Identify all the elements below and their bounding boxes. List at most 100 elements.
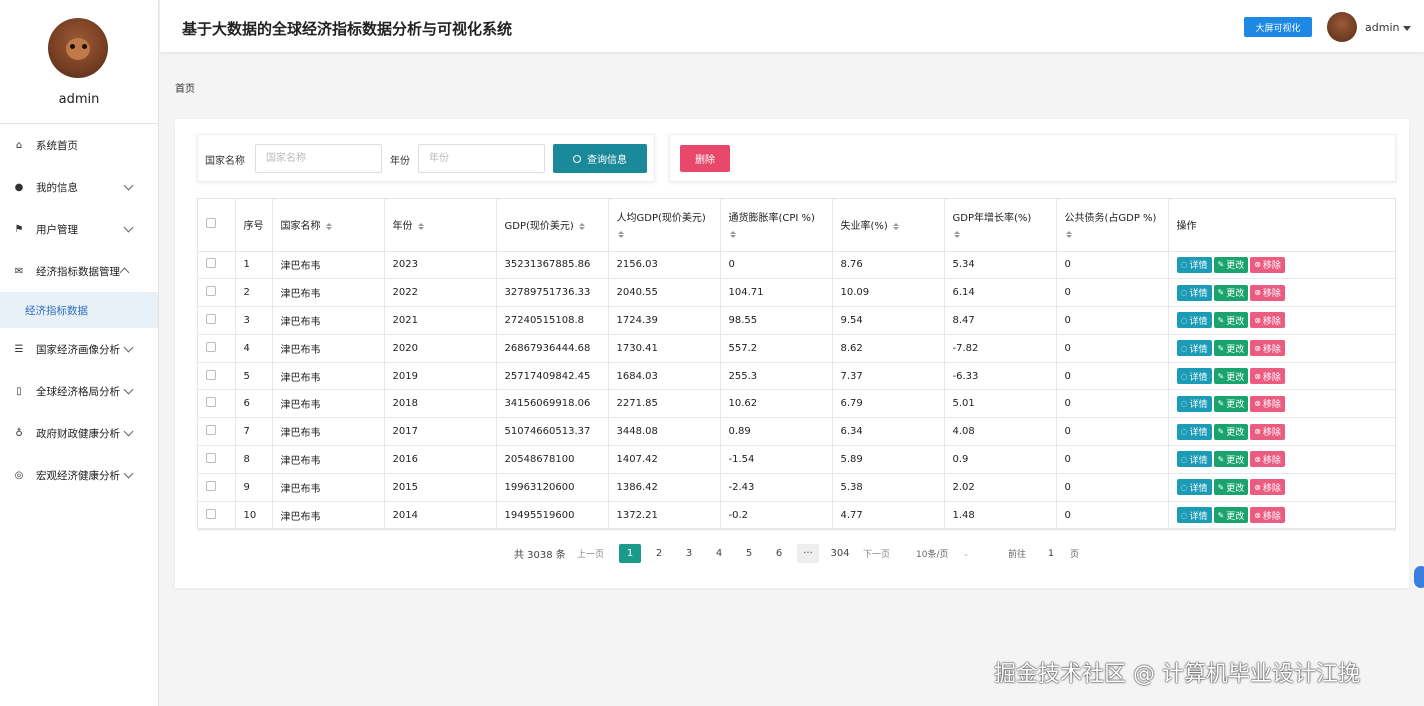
sidebar-item-my-info[interactable]: ● 我的信息 xyxy=(0,166,158,208)
remove-button[interactable]: ⊗ 移除 xyxy=(1250,395,1285,412)
table-cell: 6.14 xyxy=(944,278,1057,308)
sidebar-item-econ-data-management[interactable]: ✉ 经济指标数据管理 xyxy=(0,250,158,292)
sidebar-item-global-pattern[interactable]: ▯ 全球经济格局分析 xyxy=(0,370,158,412)
row-select-cell xyxy=(198,251,236,280)
next-page-button[interactable]: 下一页 xyxy=(863,544,890,563)
remove-button[interactable]: ⊗ 移除 xyxy=(1250,451,1285,468)
column-header[interactable]: 通货膨胀率(CPI %) xyxy=(720,199,833,252)
sort-icon[interactable] xyxy=(892,222,899,230)
sort-icon[interactable] xyxy=(1065,231,1168,239)
sort-icon[interactable] xyxy=(325,222,332,230)
detail-button[interactable]: ◌ 详情 xyxy=(1176,507,1212,524)
row-checkbox[interactable] xyxy=(206,286,216,297)
detail-button[interactable]: ◌ 详情 xyxy=(1176,284,1212,301)
page-button-6[interactable]: 6 xyxy=(769,544,789,563)
delete-button[interactable]: 删除 xyxy=(680,145,730,172)
table-cell: 津巴布韦 xyxy=(272,417,385,447)
column-header[interactable]: 失业率(%) xyxy=(832,199,945,252)
detail-button[interactable]: ◌ 详情 xyxy=(1176,479,1212,496)
sort-icon[interactable] xyxy=(953,231,1056,239)
sidebar-item-user-management[interactable]: ⚑ 用户管理 xyxy=(0,208,158,250)
remove-button[interactable]: ⊗ 移除 xyxy=(1250,340,1285,357)
sort-icon[interactable] xyxy=(729,231,832,239)
table-cell: 8.62 xyxy=(832,334,945,363)
page-button-4[interactable]: 4 xyxy=(709,544,729,563)
page-button-3[interactable]: 3 xyxy=(679,544,699,563)
row-checkbox[interactable] xyxy=(206,313,216,324)
year-input[interactable] xyxy=(418,144,545,173)
sort-icon[interactable] xyxy=(578,222,585,230)
remove-button[interactable]: ⊗ 移除 xyxy=(1250,284,1285,301)
sidebar-subitem-econ-data[interactable]: 经济指标数据 xyxy=(0,292,158,328)
page-button-5[interactable]: 5 xyxy=(739,544,759,563)
table-cell: 津巴布韦 xyxy=(272,306,385,335)
remove-button[interactable]: ⊗ 移除 xyxy=(1250,368,1285,385)
goto-input[interactable]: 1 xyxy=(1036,544,1066,563)
query-button[interactable]: 查询信息 xyxy=(553,144,647,173)
remove-button[interactable]: ⊗ 移除 xyxy=(1250,256,1285,273)
sidebar-item-fiscal-health[interactable]: ♁ 政府财政健康分析 xyxy=(0,412,158,454)
edit-button[interactable]: ✎ 更改 xyxy=(1213,423,1249,440)
detail-button[interactable]: ◌ 详情 xyxy=(1176,368,1212,385)
row-checkbox[interactable] xyxy=(206,480,216,491)
edit-button[interactable]: ✎ 更改 xyxy=(1213,256,1249,273)
floating-button[interactable] xyxy=(1414,566,1424,588)
column-header[interactable]: GDP年增长率(%) xyxy=(944,199,1057,252)
remove-button[interactable]: ⊗ 移除 xyxy=(1250,312,1285,329)
remove-button[interactable]: ⊗ 移除 xyxy=(1250,423,1285,440)
breadcrumb[interactable]: 首页 xyxy=(175,80,195,95)
detail-button[interactable]: ◌ 详情 xyxy=(1176,312,1212,329)
pencil-icon: ✎ xyxy=(1217,371,1225,381)
edit-button[interactable]: ✎ 更改 xyxy=(1213,312,1249,329)
row-checkbox[interactable] xyxy=(206,341,216,352)
row-checkbox[interactable] xyxy=(206,508,216,519)
detail-button[interactable]: ◌ 详情 xyxy=(1176,395,1212,412)
column-header[interactable]: 公共债务(占GDP %) xyxy=(1056,199,1169,252)
table-cell: 2022 xyxy=(384,278,497,308)
table-cell: 2023 xyxy=(384,251,497,280)
detail-button[interactable]: ◌ 详情 xyxy=(1176,340,1212,357)
edit-button[interactable]: ✎ 更改 xyxy=(1213,368,1249,385)
row-checkbox[interactable] xyxy=(206,397,216,408)
avatar[interactable] xyxy=(48,18,108,78)
row-checkbox[interactable] xyxy=(206,258,216,269)
edit-button[interactable]: ✎ 更改 xyxy=(1213,479,1249,496)
sort-icon[interactable] xyxy=(417,222,424,230)
remove-button[interactable]: ⊗ 移除 xyxy=(1250,507,1285,524)
sidebar-item-macro-health[interactable]: ◎ 宏观经济健康分析 xyxy=(0,454,158,496)
more-pages-button[interactable]: ··· xyxy=(797,544,819,563)
bigscreen-button[interactable]: 大屏可视化 xyxy=(1244,17,1312,37)
page-button-1[interactable]: 1 xyxy=(619,544,641,563)
edit-button[interactable]: ✎ 更改 xyxy=(1213,340,1249,357)
detail-button[interactable]: ◌ 详情 xyxy=(1176,256,1212,273)
page-button-2[interactable]: 2 xyxy=(649,544,669,563)
row-checkbox[interactable] xyxy=(206,425,216,436)
column-header[interactable]: 人均GDP(现价美元) xyxy=(608,199,721,252)
column-header[interactable]: GDP(现价美元) xyxy=(496,199,609,252)
sort-icon[interactable] xyxy=(617,231,720,239)
edit-button[interactable]: ✎ 更改 xyxy=(1213,451,1249,468)
column-header[interactable]: 年份 xyxy=(384,199,497,252)
row-checkbox[interactable] xyxy=(206,452,216,463)
edit-button[interactable]: ✎ 更改 xyxy=(1213,507,1249,524)
row-checkbox[interactable] xyxy=(206,369,216,380)
sidebar-item-country-profile[interactable]: ☰ 国家经济画像分析 xyxy=(0,328,158,370)
table-cell: 1684.03 xyxy=(608,362,721,391)
page-size-select[interactable]: 10条/页 ⌄ xyxy=(916,544,969,563)
edit-button[interactable]: ✎ 更改 xyxy=(1213,395,1249,412)
avatar[interactable] xyxy=(1327,12,1357,42)
country-input[interactable] xyxy=(255,144,382,173)
goto-label: 前往 xyxy=(1008,550,1027,560)
remove-button[interactable]: ⊗ 移除 xyxy=(1250,479,1285,496)
table-cell: 6.79 xyxy=(832,389,945,419)
user-menu[interactable]: admin xyxy=(1365,21,1412,34)
edit-button[interactable]: ✎ 更改 xyxy=(1213,284,1249,301)
select-all-checkbox[interactable] xyxy=(206,218,216,229)
detail-button[interactable]: ◌ 详情 xyxy=(1176,451,1212,468)
page-button-last[interactable]: 304 xyxy=(829,544,851,563)
column-header[interactable]: 国家名称 xyxy=(272,199,385,252)
detail-button[interactable]: ◌ 详情 xyxy=(1176,423,1212,440)
sidebar-item-home[interactable]: ⌂ 系统首页 xyxy=(0,124,158,166)
mail-icon: ✉ xyxy=(14,265,24,277)
prev-page-button[interactable]: 上一页 xyxy=(577,544,604,563)
